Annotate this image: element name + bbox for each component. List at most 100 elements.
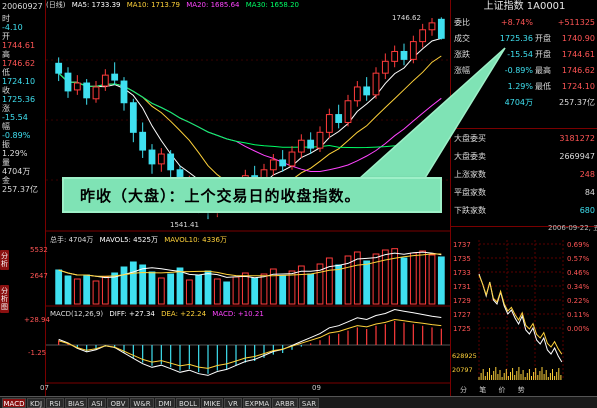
tool-tick[interactable]: 笔 — [479, 386, 486, 394]
candle-body — [157, 153, 165, 165]
left-field-label: 低 — [2, 68, 10, 77]
market-stat-label: 下跌家数 — [454, 206, 486, 215]
volume-bar — [335, 264, 343, 305]
quote-row: 1.29% 最低 1724.10 — [451, 80, 597, 93]
left-field-value: 1724.10 — [2, 77, 36, 86]
tab-bias[interactable]: BIAS — [65, 398, 87, 408]
quote-row: 涨跌 -15.54 开盘 1744.61 — [451, 48, 597, 61]
candle-body — [167, 153, 175, 171]
candle-body — [148, 149, 156, 165]
annotation-text: 昨收（大盘）：上个交易日的收盘指数。 — [80, 187, 361, 205]
quote-row: 委比 +8.74% +511325 — [451, 16, 597, 29]
volume-bar — [409, 252, 417, 305]
mini-y-label-right: 0.00% — [567, 325, 590, 333]
quote-k: 涨跌 — [454, 50, 470, 59]
volume-bar — [363, 260, 371, 305]
volume-bar — [223, 281, 231, 305]
candle-body — [73, 82, 81, 91]
market-stat-row: 大盘委卖 2669947 — [451, 150, 597, 163]
volume-bar — [120, 266, 128, 305]
market-stat-row: 平盘家数 84 — [451, 186, 597, 199]
volume-bar — [232, 276, 240, 305]
volume-bar — [139, 264, 147, 305]
tab-arbr[interactable]: ARBR — [272, 398, 298, 408]
candle-body — [92, 86, 100, 100]
volume-bar — [167, 273, 175, 305]
macd-y-label-bottom: -1.25 — [28, 349, 47, 357]
market-stat-value: 3181272 — [559, 134, 595, 143]
candle-body — [372, 72, 380, 96]
volume-bar — [55, 269, 63, 305]
volume-bar — [176, 267, 184, 305]
volume-total-label: 总手: 4704万 — [50, 236, 94, 244]
candle-body — [297, 139, 305, 153]
candle-body — [428, 22, 436, 31]
intraday-mini-chart[interactable]: 1737 0.69% 1735 0.57% 1733 0.46% 1731 0.34% 1729… — [451, 230, 597, 385]
tab-asi[interactable]: ASI — [88, 398, 106, 408]
market-stat-label: 平盘家数 — [454, 188, 486, 197]
ma20-label: MA20: 1685.64 — [186, 1, 240, 9]
candle-body — [83, 82, 91, 99]
left-field-value: -15.54 — [2, 113, 28, 122]
tab-macd[interactable]: MACD — [2, 398, 26, 408]
mini-volume-label: 628925 — [452, 352, 477, 360]
quote-row: 总手 4704万 257.37亿 — [451, 96, 597, 109]
market-stat-value: 248 — [579, 170, 595, 179]
quote-k: 成交 — [454, 34, 470, 43]
mini-y-label-right: 0.34% — [567, 283, 590, 291]
intraday-date: 2006-09-22, 五 — [548, 224, 597, 232]
tool-trend[interactable]: 势 — [518, 386, 525, 394]
left-field-value: 1.29% — [2, 149, 28, 158]
macd-diff: DIFF: +27.34 — [109, 310, 155, 318]
mini-volume-label: 20797 — [452, 366, 473, 374]
mini-y-label: 1737 — [453, 241, 471, 249]
side-tab-analysis[interactable]: 分析 — [0, 250, 9, 270]
tab-vr[interactable]: VR — [224, 398, 242, 408]
volume-bar — [419, 250, 427, 305]
quote-v1: +8.74% — [500, 18, 533, 27]
quote-v1: 1725.36 — [499, 34, 533, 43]
volume-legend: 总手: 4704万 MAVOL5: 4525万 MAVOL10: 4336万 — [50, 236, 231, 245]
tab-kdj[interactable]: KDJ — [27, 398, 45, 408]
tab-expma[interactable]: EXPMA — [243, 398, 271, 408]
candle-body — [279, 159, 287, 167]
candle-body — [419, 29, 427, 43]
tool-price[interactable]: 价 — [498, 386, 505, 394]
tool-minute[interactable]: 分 — [460, 386, 467, 394]
mini-y-label: 1727 — [453, 311, 471, 319]
left-field-value: 4704万 — [2, 167, 31, 176]
quote-v1: -0.89% — [504, 66, 533, 75]
tab-wr[interactable]: W&R — [130, 398, 154, 408]
tab-sar[interactable]: SAR — [299, 398, 319, 408]
tab-dmi[interactable]: DMI — [155, 398, 175, 408]
index-title: 上证指数 1A0001 — [483, 1, 566, 12]
macd-value: MACD: +10.21 — [212, 310, 264, 318]
quote-k2: 最低 — [535, 82, 551, 91]
candle-body — [269, 159, 277, 171]
ma5-label: MA5: 1733.39 — [71, 1, 121, 9]
ma-legend: (日线) MA5: 1733.39 MA10: 1713.79 MA20: 16… — [46, 0, 450, 11]
volume-y-label-mid: 2647 — [30, 272, 48, 280]
tab-boll[interactable]: BOLL — [176, 398, 200, 408]
tab-rsi[interactable]: RSI — [46, 398, 64, 408]
mini-y-label: 1733 — [453, 269, 471, 277]
side-tab-analysis-chart[interactable]: 分析图 — [0, 285, 9, 313]
market-stat-value: 2669947 — [559, 152, 595, 161]
candle-body — [139, 131, 147, 151]
tab-mike[interactable]: MIKE — [201, 398, 223, 408]
candle-body — [353, 86, 361, 102]
volume-y-label-top: 5532 — [30, 246, 48, 254]
volume-bar — [400, 257, 408, 305]
tab-obv[interactable]: OBV — [107, 398, 129, 408]
mavol10-label: MAVOL10: 4336万 — [164, 236, 227, 244]
macd-title: MACD(12,26,9) — [50, 310, 104, 318]
left-field-value: 1725.36 — [2, 95, 36, 104]
quote-k: 涨幅 — [454, 66, 470, 75]
volume-bar — [157, 277, 165, 305]
market-stat-label: 上涨家数 — [454, 170, 486, 179]
macd-dea: DEA: +22.24 — [161, 310, 207, 318]
indicator-tab-bar: MACD KDJ RSI BIAS ASI OBV W&R DMI BOLL MIKE VR EXPM… — [0, 396, 597, 408]
chart-date: 20060927 — [2, 2, 43, 11]
volume-bar — [279, 275, 287, 305]
quote-k2: 开盘 — [535, 34, 551, 43]
